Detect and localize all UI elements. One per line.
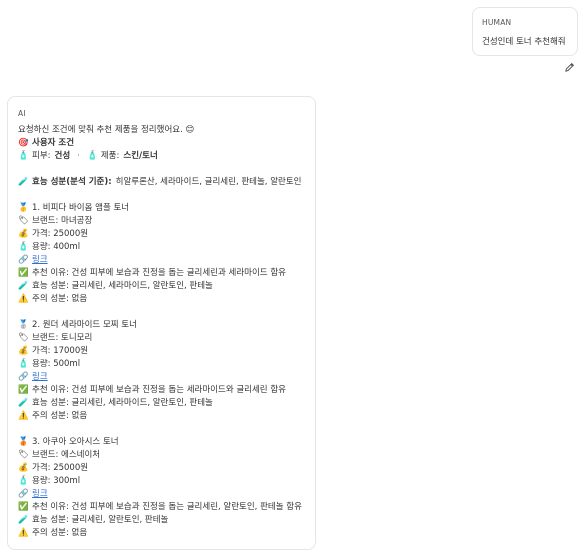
product-active-ingredients: 효능 성분: 글리세린, 세라마이드, 알란토인, 판테놀 xyxy=(32,398,213,408)
product-link[interactable]: 링크 xyxy=(32,254,48,267)
product-caution: 주의 성분: 없음 xyxy=(32,528,88,538)
brand-icon: 🏷 xyxy=(18,333,29,343)
product-title: 2. 원더 세라마이드 모찌 토너 xyxy=(32,320,137,330)
product-price-row: 💰 가격: 25000원 xyxy=(18,462,305,475)
check-icon: ✅ xyxy=(18,502,29,512)
skin-label: 피부: xyxy=(32,151,51,161)
product-price: 가격: 17000원 xyxy=(32,346,89,356)
product-title: 3. 아쿠아 오아시스 토너 xyxy=(32,437,119,447)
medal-gold-icon: 🥇 xyxy=(18,203,29,213)
product-reason-row: ✅ 추천 이유: 건성 피부에 보습과 진정을 돕는 세라마이드와 글리세린 함… xyxy=(18,384,305,397)
chat-page: HUMAN 건성인데 토너 추천해줘 AI 요청하신 조건에 맞춰 추천 제품을… xyxy=(0,0,582,555)
category-value: 스킨/토너 xyxy=(123,151,158,161)
check-icon: ✅ xyxy=(18,268,29,278)
bottle-icon: 🧴 xyxy=(18,476,29,486)
product-reason: 추천 이유: 건성 피부에 보습과 진정을 돕는 글리세린과 세라마이드 함유 xyxy=(32,268,286,278)
product-reason-row: ✅ 추천 이유: 건성 피부에 보습과 진정을 돕는 글리세린, 알란토인, 판… xyxy=(18,501,305,514)
link-icon: 🔗 xyxy=(18,489,29,499)
product-caution: 주의 성분: 없음 xyxy=(32,411,88,421)
link-icon: 🔗 xyxy=(18,372,29,382)
medal-silver-icon: 🥈 xyxy=(18,320,29,330)
money-bag-icon: 💰 xyxy=(18,346,29,356)
product-brand: 브랜드: 마녀공장 xyxy=(32,216,93,226)
product-active-row: 🧪 효능 성분: 글리세린, 세라마이드, 알란토인, 판테놀 xyxy=(18,280,305,293)
conditions-title: 사용자 조건 xyxy=(32,138,75,148)
warning-icon: ⚠️ xyxy=(18,528,29,538)
product-brand-row: 🏷 브랜드: 토니모리 xyxy=(18,332,305,345)
product-volume: 용량: 300ml xyxy=(32,476,81,486)
dropper-icon: 🧪 xyxy=(18,281,29,291)
warning-icon: ⚠️ xyxy=(18,411,29,421)
product-brand-row: 🏷 브랜드: 에스네이처 xyxy=(18,449,305,462)
product-link-row: 🔗 링크 xyxy=(18,371,305,384)
ai-intro: 요청하신 조건에 맞춰 추천 제품을 정리했어요. 😊 xyxy=(18,125,195,135)
bottle-icon: 🧴 xyxy=(87,151,98,161)
product-link-row: 🔗 링크 xyxy=(18,488,305,501)
human-message-bubble: HUMAN 건성인데 토너 추천해줘 xyxy=(472,7,578,56)
product-active-row: 🧪 효능 성분: 글리세린, 세라마이드, 알란토인, 판테놀 xyxy=(18,397,305,410)
dropper-icon: 🧪 xyxy=(18,398,29,408)
dropper-icon: 🧪 xyxy=(18,515,29,525)
product-reason: 추천 이유: 건성 피부에 보습과 진정을 돕는 세라마이드와 글리세린 함유 xyxy=(32,385,286,395)
product-active-ingredients: 효능 성분: 글리세린, 세라마이드, 알란토인, 판테놀 xyxy=(32,281,213,291)
product-brand-row: 🏷 브랜드: 마녀공장 xyxy=(18,215,305,228)
product-caution-row: ⚠️ 주의 성분: 없음 xyxy=(18,293,305,306)
product-title-row: 🥈 2. 원더 세라마이드 모찌 토너 xyxy=(18,319,305,332)
medal-bronze-icon: 🥉 xyxy=(18,437,29,447)
product-brand: 브랜드: 에스네이처 xyxy=(32,450,101,460)
brand-icon: 🏷 xyxy=(18,450,29,460)
money-bag-icon: 💰 xyxy=(18,229,29,239)
product-active-ingredients: 효능 성분: 글리세린, 알란토인, 판테놀 xyxy=(32,515,169,525)
pencil-icon[interactable] xyxy=(564,62,575,73)
condition-separator: · xyxy=(77,151,80,161)
product-price-row: 💰 가격: 25000원 xyxy=(18,228,305,241)
check-icon: ✅ xyxy=(18,385,29,395)
bottle-icon: 🧴 xyxy=(18,242,29,252)
human-message-text: 건성인데 토너 추천해줘 xyxy=(482,37,566,47)
product-title-row: 🥉 3. 아쿠아 오아시스 토너 xyxy=(18,436,305,449)
ingredients-label: 효능 성분(분석 기준): xyxy=(32,177,112,187)
product-reason: 추천 이유: 건성 피부에 보습과 진정을 돕는 글리세린, 알란토인, 판테놀… xyxy=(32,502,302,512)
product-caution-row: ⚠️ 주의 성분: 없음 xyxy=(18,527,305,540)
product-volume: 용량: 400ml xyxy=(32,242,81,252)
conditions-title-row: 🎯 사용자 조건 xyxy=(18,137,305,150)
product-card: 🥇 1. 비피다 바이옴 앰플 토너 🏷 브랜드: 마녀공장 💰 가격: 250… xyxy=(18,202,305,306)
product-price: 가격: 25000원 xyxy=(32,463,89,473)
ingredients-row: 🧪 효능 성분(분석 기준): 히알루론산, 세라마이드, 글리세린, 판테놀,… xyxy=(18,176,305,189)
product-volume: 용량: 500ml xyxy=(32,359,81,369)
ingredients-value: 히알루론산, 세라마이드, 글리세린, 판테놀, 알란토인 xyxy=(115,177,302,187)
product-brand: 브랜드: 토니모리 xyxy=(32,333,93,343)
target-icon: 🎯 xyxy=(18,138,29,148)
product-link[interactable]: 링크 xyxy=(32,371,48,384)
product-caution-row: ⚠️ 주의 성분: 없음 xyxy=(18,410,305,423)
human-role-label: HUMAN xyxy=(482,18,512,27)
bottle-icon: 🧴 xyxy=(18,359,29,369)
product-volume-row: 🧴 용량: 400ml xyxy=(18,241,305,254)
product-card: 🥉 3. 아쿠아 오아시스 토너 🏷 브랜드: 에스네이처 💰 가격: 2500… xyxy=(18,436,305,540)
money-bag-icon: 💰 xyxy=(18,463,29,473)
product-caution: 주의 성분: 없음 xyxy=(32,294,88,304)
skin-icon: 🧴 xyxy=(18,151,29,161)
dropper-icon: 🧪 xyxy=(18,177,29,187)
product-active-row: 🧪 효능 성분: 글리세린, 알란토인, 판테놀 xyxy=(18,514,305,527)
link-icon: 🔗 xyxy=(18,255,29,265)
product-card: 🥈 2. 원더 세라마이드 모찌 토너 🏷 브랜드: 토니모리 💰 가격: 17… xyxy=(18,319,305,423)
skin-value: 건성 xyxy=(54,151,71,161)
ai-message-bubble: AI 요청하신 조건에 맞춰 추천 제품을 정리했어요. 😊 🎯 사용자 조건 … xyxy=(7,96,316,550)
category-label: 제품: xyxy=(100,151,120,161)
product-title: 1. 비피다 바이옴 앰플 토너 xyxy=(32,203,130,213)
ai-role-label: AI xyxy=(18,109,26,118)
product-reason-row: ✅ 추천 이유: 건성 피부에 보습과 진정을 돕는 글리세린과 세라마이드 함… xyxy=(18,267,305,280)
product-price: 가격: 25000원 xyxy=(32,229,89,239)
conditions-row: 🧴 피부: 건성 · 🧴 제품: 스킨/토너 xyxy=(18,150,305,163)
brand-icon: 🏷 xyxy=(18,216,29,226)
product-volume-row: 🧴 용량: 500ml xyxy=(18,358,305,371)
product-link-row: 🔗 링크 xyxy=(18,254,305,267)
product-link[interactable]: 링크 xyxy=(32,488,48,501)
product-volume-row: 🧴 용량: 300ml xyxy=(18,475,305,488)
warning-icon: ⚠️ xyxy=(18,294,29,304)
product-title-row: 🥇 1. 비피다 바이옴 앰플 토너 xyxy=(18,202,305,215)
product-price-row: 💰 가격: 17000원 xyxy=(18,345,305,358)
